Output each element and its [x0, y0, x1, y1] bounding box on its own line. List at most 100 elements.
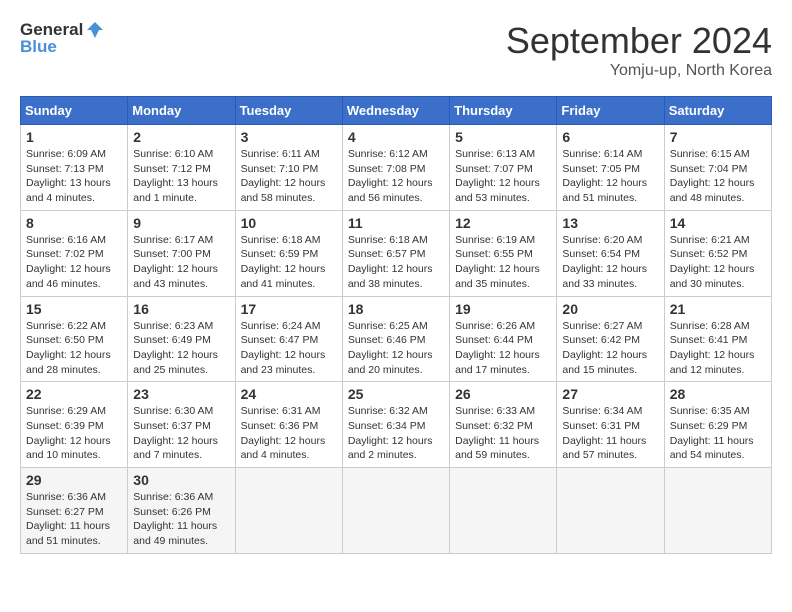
day-number: 2 — [133, 129, 229, 145]
calendar-cell — [450, 468, 557, 554]
calendar-cell — [235, 468, 342, 554]
page-title: September 2024 — [506, 20, 772, 62]
day-info: Sunrise: 6:32 AMSunset: 6:34 PMDaylight:… — [348, 404, 444, 463]
calendar-week-4: 22 Sunrise: 6:29 AMSunset: 6:39 PMDaylig… — [21, 382, 772, 468]
day-info: Sunrise: 6:34 AMSunset: 6:31 PMDaylight:… — [562, 404, 658, 463]
weekday-monday: Monday — [128, 97, 235, 125]
calendar-cell: 24 Sunrise: 6:31 AMSunset: 6:36 PMDaylig… — [235, 382, 342, 468]
weekday-sunday: Sunday — [21, 97, 128, 125]
day-number: 11 — [348, 215, 444, 231]
day-number: 16 — [133, 301, 229, 317]
calendar-cell: 29 Sunrise: 6:36 AMSunset: 6:27 PMDaylig… — [21, 468, 128, 554]
calendar-cell: 7 Sunrise: 6:15 AMSunset: 7:04 PMDayligh… — [664, 125, 771, 211]
calendar-week-5: 29 Sunrise: 6:36 AMSunset: 6:27 PMDaylig… — [21, 468, 772, 554]
day-info: Sunrise: 6:28 AMSunset: 6:41 PMDaylight:… — [670, 319, 766, 378]
day-number: 7 — [670, 129, 766, 145]
day-number: 23 — [133, 386, 229, 402]
day-number: 18 — [348, 301, 444, 317]
day-info: Sunrise: 6:14 AMSunset: 7:05 PMDaylight:… — [562, 147, 658, 206]
day-info: Sunrise: 6:25 AMSunset: 6:46 PMDaylight:… — [348, 319, 444, 378]
day-number: 12 — [455, 215, 551, 231]
day-info: Sunrise: 6:18 AMSunset: 6:57 PMDaylight:… — [348, 233, 444, 292]
calendar-cell: 20 Sunrise: 6:27 AMSunset: 6:42 PMDaylig… — [557, 296, 664, 382]
day-info: Sunrise: 6:11 AMSunset: 7:10 PMDaylight:… — [241, 147, 337, 206]
day-info: Sunrise: 6:36 AMSunset: 6:27 PMDaylight:… — [26, 490, 122, 549]
day-info: Sunrise: 6:26 AMSunset: 6:44 PMDaylight:… — [455, 319, 551, 378]
day-info: Sunrise: 6:16 AMSunset: 7:02 PMDaylight:… — [26, 233, 122, 292]
day-number: 9 — [133, 215, 229, 231]
day-number: 24 — [241, 386, 337, 402]
day-info: Sunrise: 6:23 AMSunset: 6:49 PMDaylight:… — [133, 319, 229, 378]
day-number: 25 — [348, 386, 444, 402]
page-subtitle: Yomju-up, North Korea — [506, 62, 772, 80]
calendar-cell: 28 Sunrise: 6:35 AMSunset: 6:29 PMDaylig… — [664, 382, 771, 468]
calendar-week-3: 15 Sunrise: 6:22 AMSunset: 6:50 PMDaylig… — [21, 296, 772, 382]
day-info: Sunrise: 6:29 AMSunset: 6:39 PMDaylight:… — [26, 404, 122, 463]
day-number: 30 — [133, 472, 229, 488]
calendar-cell: 9 Sunrise: 6:17 AMSunset: 7:00 PMDayligh… — [128, 210, 235, 296]
calendar-cell: 2 Sunrise: 6:10 AMSunset: 7:12 PMDayligh… — [128, 125, 235, 211]
calendar-cell: 12 Sunrise: 6:19 AMSunset: 6:55 PMDaylig… — [450, 210, 557, 296]
day-number: 21 — [670, 301, 766, 317]
day-info: Sunrise: 6:36 AMSunset: 6:26 PMDaylight:… — [133, 490, 229, 549]
day-info: Sunrise: 6:10 AMSunset: 7:12 PMDaylight:… — [133, 147, 229, 206]
weekday-tuesday: Tuesday — [235, 97, 342, 125]
weekday-header-row: SundayMondayTuesdayWednesdayThursdayFrid… — [21, 97, 772, 125]
calendar-cell: 1 Sunrise: 6:09 AMSunset: 7:13 PMDayligh… — [21, 125, 128, 211]
calendar-cell — [664, 468, 771, 554]
calendar-cell: 21 Sunrise: 6:28 AMSunset: 6:41 PMDaylig… — [664, 296, 771, 382]
header: General Blue September 2024 Yomju-up, No… — [20, 20, 772, 80]
logo-bird-icon — [85, 20, 105, 40]
calendar-cell — [557, 468, 664, 554]
logo-blue: Blue — [20, 38, 57, 57]
day-info: Sunrise: 6:33 AMSunset: 6:32 PMDaylight:… — [455, 404, 551, 463]
calendar-cell: 8 Sunrise: 6:16 AMSunset: 7:02 PMDayligh… — [21, 210, 128, 296]
day-number: 13 — [562, 215, 658, 231]
calendar-cell: 14 Sunrise: 6:21 AMSunset: 6:52 PMDaylig… — [664, 210, 771, 296]
day-info: Sunrise: 6:22 AMSunset: 6:50 PMDaylight:… — [26, 319, 122, 378]
calendar-cell: 10 Sunrise: 6:18 AMSunset: 6:59 PMDaylig… — [235, 210, 342, 296]
calendar-cell: 4 Sunrise: 6:12 AMSunset: 7:08 PMDayligh… — [342, 125, 449, 211]
day-number: 5 — [455, 129, 551, 145]
calendar-cell: 3 Sunrise: 6:11 AMSunset: 7:10 PMDayligh… — [235, 125, 342, 211]
day-info: Sunrise: 6:35 AMSunset: 6:29 PMDaylight:… — [670, 404, 766, 463]
calendar-week-2: 8 Sunrise: 6:16 AMSunset: 7:02 PMDayligh… — [21, 210, 772, 296]
calendar-cell: 22 Sunrise: 6:29 AMSunset: 6:39 PMDaylig… — [21, 382, 128, 468]
calendar-cell: 18 Sunrise: 6:25 AMSunset: 6:46 PMDaylig… — [342, 296, 449, 382]
weekday-friday: Friday — [557, 97, 664, 125]
day-number: 14 — [670, 215, 766, 231]
day-number: 10 — [241, 215, 337, 231]
day-info: Sunrise: 6:15 AMSunset: 7:04 PMDaylight:… — [670, 147, 766, 206]
day-number: 1 — [26, 129, 122, 145]
day-info: Sunrise: 6:31 AMSunset: 6:36 PMDaylight:… — [241, 404, 337, 463]
logo-svg: General Blue — [20, 20, 105, 57]
day-number: 3 — [241, 129, 337, 145]
calendar-cell: 13 Sunrise: 6:20 AMSunset: 6:54 PMDaylig… — [557, 210, 664, 296]
day-number: 29 — [26, 472, 122, 488]
day-info: Sunrise: 6:21 AMSunset: 6:52 PMDaylight:… — [670, 233, 766, 292]
calendar-cell: 17 Sunrise: 6:24 AMSunset: 6:47 PMDaylig… — [235, 296, 342, 382]
day-info: Sunrise: 6:13 AMSunset: 7:07 PMDaylight:… — [455, 147, 551, 206]
day-number: 15 — [26, 301, 122, 317]
calendar-cell: 6 Sunrise: 6:14 AMSunset: 7:05 PMDayligh… — [557, 125, 664, 211]
logo: General Blue — [20, 20, 105, 57]
calendar-cell: 23 Sunrise: 6:30 AMSunset: 6:37 PMDaylig… — [128, 382, 235, 468]
weekday-thursday: Thursday — [450, 97, 557, 125]
calendar-cell: 27 Sunrise: 6:34 AMSunset: 6:31 PMDaylig… — [557, 382, 664, 468]
calendar-cell: 16 Sunrise: 6:23 AMSunset: 6:49 PMDaylig… — [128, 296, 235, 382]
calendar-table: SundayMondayTuesdayWednesdayThursdayFrid… — [20, 96, 772, 554]
day-number: 19 — [455, 301, 551, 317]
day-number: 6 — [562, 129, 658, 145]
calendar-week-1: 1 Sunrise: 6:09 AMSunset: 7:13 PMDayligh… — [21, 125, 772, 211]
day-info: Sunrise: 6:18 AMSunset: 6:59 PMDaylight:… — [241, 233, 337, 292]
day-number: 26 — [455, 386, 551, 402]
calendar-cell: 19 Sunrise: 6:26 AMSunset: 6:44 PMDaylig… — [450, 296, 557, 382]
day-info: Sunrise: 6:09 AMSunset: 7:13 PMDaylight:… — [26, 147, 122, 206]
calendar-cell: 11 Sunrise: 6:18 AMSunset: 6:57 PMDaylig… — [342, 210, 449, 296]
calendar-cell: 25 Sunrise: 6:32 AMSunset: 6:34 PMDaylig… — [342, 382, 449, 468]
day-number: 28 — [670, 386, 766, 402]
day-number: 20 — [562, 301, 658, 317]
day-info: Sunrise: 6:27 AMSunset: 6:42 PMDaylight:… — [562, 319, 658, 378]
day-number: 22 — [26, 386, 122, 402]
calendar-cell — [342, 468, 449, 554]
